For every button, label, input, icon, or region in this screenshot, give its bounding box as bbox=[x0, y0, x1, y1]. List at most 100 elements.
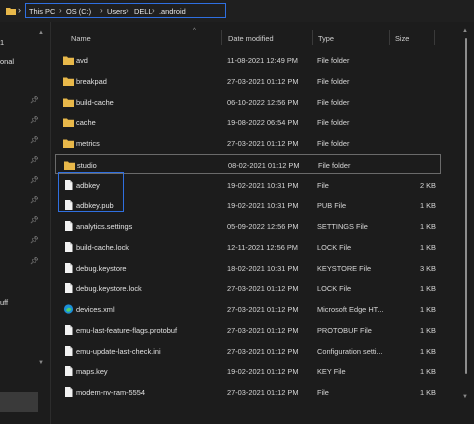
file-size: 1 KB bbox=[419, 242, 436, 252]
file-date-modified: 27-03-2021 01:12 PM bbox=[227, 139, 299, 148]
file-row[interactable]: avd 11-08-2021 12:49 PM File folder bbox=[55, 50, 441, 70]
file-type: File folder bbox=[317, 56, 350, 65]
column-separator[interactable] bbox=[221, 30, 222, 45]
file-date-modified: 06-10-2022 12:56 PM bbox=[227, 97, 299, 107]
sidebar-item-fragment[interactable]: 1 bbox=[0, 38, 4, 47]
column-separator[interactable] bbox=[434, 30, 435, 45]
file-date-modified: 27-03-2021 01:12 PM bbox=[227, 346, 299, 356]
file-type: LOCK File bbox=[317, 284, 352, 294]
column-name[interactable]: Name bbox=[71, 34, 91, 43]
breadcrumb-android[interactable]: .android bbox=[159, 7, 186, 16]
file-type: Microsoft Edge HT... bbox=[317, 305, 384, 314]
address-bar[interactable]: › This PC › OS (C:) › Users › DELL › .an… bbox=[0, 0, 474, 22]
file-type: PROTOBUF File bbox=[317, 325, 372, 335]
breadcrumb-separator: › bbox=[152, 6, 155, 15]
scroll-up-icon[interactable]: ▲ bbox=[462, 28, 468, 34]
file-row[interactable]: emu-update-last-check.ini 27-03-2021 01:1… bbox=[55, 341, 441, 361]
folder-icon bbox=[64, 161, 75, 170]
breadcrumb-os-c[interactable]: OS (C:) bbox=[66, 7, 91, 16]
pane-divider[interactable] bbox=[50, 22, 51, 424]
file-size: 1 KB bbox=[419, 201, 436, 211]
column-size[interactable]: Size bbox=[395, 34, 409, 43]
file-date-modified: 11-08-2021 12:49 PM bbox=[227, 56, 298, 65]
file-size: 2 KB bbox=[419, 180, 436, 190]
file-row[interactable]: devices.xml 27-03-2021 01:12 PM Microsoft … bbox=[55, 299, 441, 319]
file-date-modified: 27-03-2021 01:12 PM bbox=[227, 325, 299, 335]
file-row[interactable]: studio 08-02-2021 01:12 PM File folder bbox=[55, 153, 441, 174]
file-row[interactable]: cache 19-08-2022 06:54 PM File folder bbox=[55, 112, 441, 132]
file-date-modified: 19-08-2022 06:54 PM bbox=[227, 118, 299, 128]
files-highlight-box bbox=[58, 172, 124, 212]
folder-icon bbox=[63, 98, 74, 107]
file-icon bbox=[65, 241, 73, 252]
file-date-modified: 05-09-2022 12:56 PM bbox=[227, 222, 299, 231]
file-name: studio bbox=[77, 160, 97, 170]
file-size: 1 KB bbox=[419, 305, 436, 314]
folder-icon bbox=[63, 77, 74, 86]
edge-icon bbox=[63, 304, 74, 314]
file-row[interactable]: metrics 27-03-2021 01:12 PM File folder bbox=[55, 133, 441, 153]
scroll-down-icon[interactable]: ▼ bbox=[462, 394, 468, 400]
file-name: maps.key bbox=[76, 367, 108, 377]
scroll-down-icon[interactable]: ▼ bbox=[38, 360, 44, 366]
file-row[interactable]: debug.keystore 18-02-2021 10:31 PM KEYSTOR… bbox=[55, 258, 441, 278]
file-icon bbox=[65, 345, 73, 356]
vertical-scrollbar[interactable]: ▲ ▼ bbox=[458, 22, 474, 424]
column-separator[interactable] bbox=[389, 30, 390, 45]
chevron-right-icon[interactable]: › bbox=[18, 5, 21, 15]
file-type: File bbox=[317, 180, 329, 190]
sidebar-item-fragment[interactable]: onal bbox=[0, 57, 14, 66]
folder-icon bbox=[63, 139, 74, 148]
column-separator[interactable] bbox=[312, 30, 313, 45]
file-row[interactable]: build-cache.lock 12-11-2021 12:56 PM LOCK … bbox=[55, 237, 441, 257]
scrollbar-thumb[interactable] bbox=[465, 38, 467, 374]
sort-ascending-icon: ^ bbox=[193, 28, 196, 34]
sidebar-bottom-item[interactable] bbox=[0, 392, 38, 412]
file-row[interactable]: build-cache 06-10-2022 12:56 PM File folde… bbox=[55, 92, 441, 112]
column-type[interactable]: Type bbox=[318, 34, 334, 43]
file-size: 1 KB bbox=[419, 325, 436, 335]
breadcrumb-separator: › bbox=[100, 6, 103, 15]
file-type: LOCK File bbox=[317, 242, 352, 252]
scroll-up-icon[interactable]: ▲ bbox=[38, 30, 44, 36]
file-name: debug.keystore bbox=[76, 263, 127, 273]
file-date-modified: 08-02-2021 01:12 PM bbox=[228, 160, 300, 170]
file-date-modified: 27-03-2021 01:12 PM bbox=[227, 284, 299, 294]
file-row[interactable]: breakpad 27-03-2021 01:12 PM File folder bbox=[55, 71, 441, 91]
file-size: 1 KB bbox=[419, 222, 436, 231]
file-type: PUB File bbox=[317, 201, 347, 211]
file-row[interactable]: modem-nv-ram-5554 27-03-2021 01:12 PM File… bbox=[55, 382, 441, 402]
file-date-modified: 27-03-2021 01:12 PM bbox=[227, 76, 299, 86]
file-name: breakpad bbox=[76, 76, 107, 86]
folder-icon bbox=[63, 118, 74, 128]
file-type: KEYSTORE File bbox=[317, 263, 372, 273]
column-date-modified[interactable]: Date modified bbox=[228, 34, 274, 43]
breadcrumb-dell[interactable]: DELL bbox=[134, 7, 153, 16]
file-name: modem-nv-ram-5554 bbox=[76, 388, 146, 397]
file-name: build-cache.lock bbox=[76, 242, 129, 252]
sidebar-item-fragment[interactable]: uff bbox=[0, 298, 8, 307]
file-name: devices.xml bbox=[76, 305, 115, 314]
file-name: cache bbox=[76, 118, 96, 128]
file-date-modified: 19-02-2021 01:12 PM bbox=[227, 367, 299, 377]
folder-icon bbox=[63, 56, 74, 65]
file-row[interactable]: analytics.settings 05-09-2022 12:56 PM SET… bbox=[55, 216, 441, 236]
file-type: KEY File bbox=[317, 367, 346, 377]
folder-icon bbox=[6, 8, 16, 15]
breadcrumb-separator: › bbox=[126, 6, 129, 15]
file-type: File bbox=[317, 388, 329, 397]
file-name: metrics bbox=[76, 139, 100, 148]
file-row[interactable]: emu-last-feature-flags.protobuf 27-03-202… bbox=[55, 320, 441, 340]
breadcrumb-this-pc[interactable]: This PC bbox=[29, 7, 55, 16]
file-icon bbox=[65, 283, 73, 294]
file-row[interactable]: debug.keystore.lock 27-03-2021 01:12 PM LO… bbox=[55, 278, 441, 298]
file-icon bbox=[65, 387, 73, 397]
file-size: 1 KB bbox=[419, 284, 436, 294]
file-size: 3 KB bbox=[419, 263, 436, 273]
breadcrumb-users[interactable]: Users bbox=[107, 7, 126, 16]
file-name: avd bbox=[76, 56, 88, 65]
file-date-modified: 19-02-2021 10:31 PM bbox=[227, 201, 299, 211]
sidebar-scrollbar[interactable]: ▲ ▼ bbox=[38, 30, 46, 392]
file-row[interactable]: maps.key 19-02-2021 01:12 PM KEY File 1 KB bbox=[55, 361, 441, 381]
breadcrumb-separator: › bbox=[59, 6, 62, 15]
